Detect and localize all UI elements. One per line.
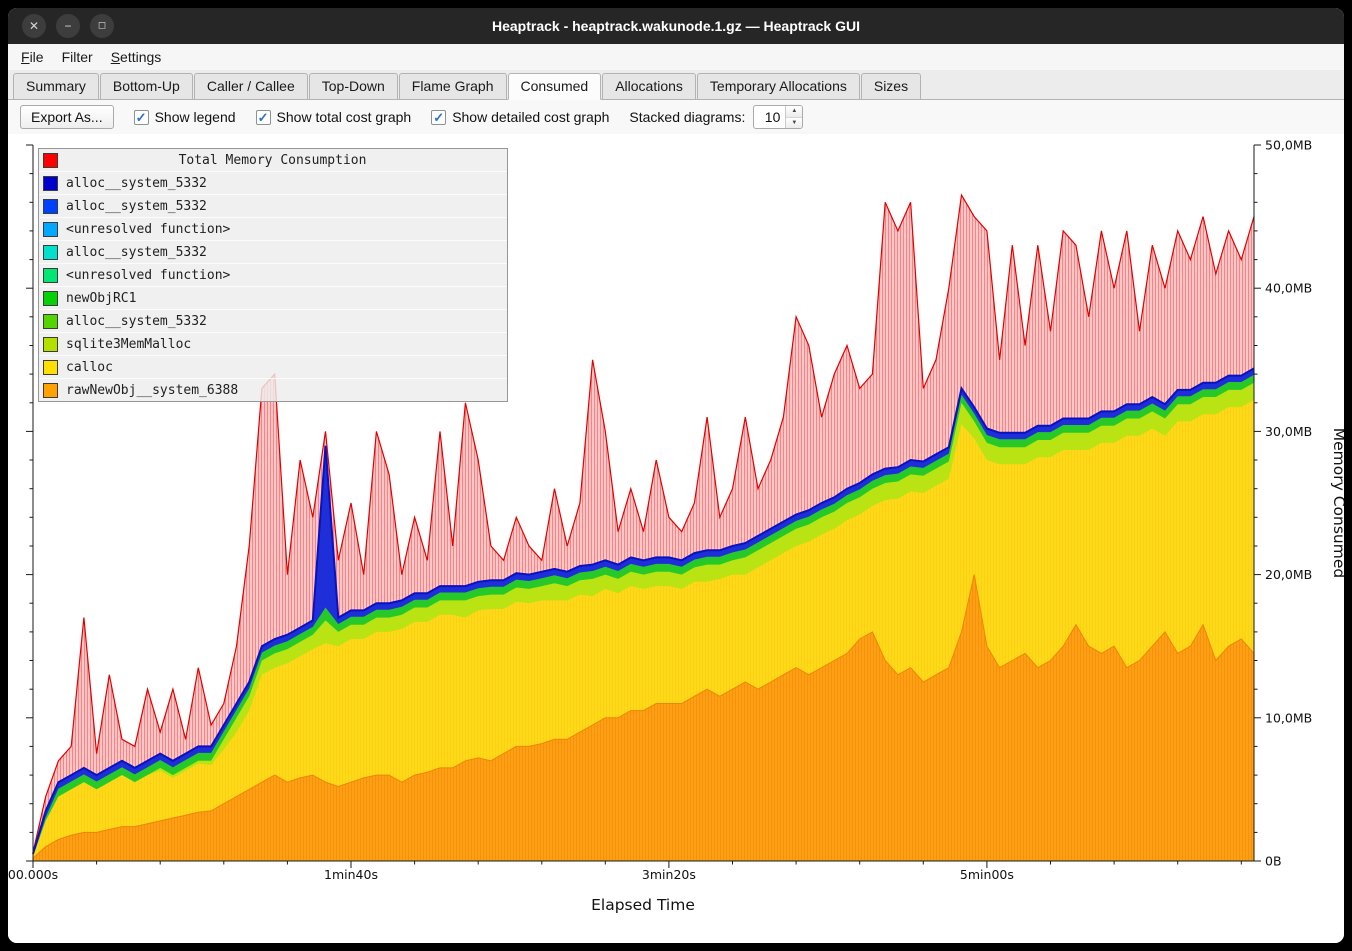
legend-label: newObjRC1 (66, 291, 136, 306)
svg-text:Memory Consumed: Memory Consumed (1330, 428, 1344, 578)
svg-text:10,0MB: 10,0MB (1265, 710, 1312, 725)
legend-entry: alloc__system_5332 (39, 240, 507, 263)
maximize-icon[interactable]: ◻ (90, 14, 114, 38)
legend-label: alloc__system_5332 (66, 314, 207, 329)
legend-label: <unresolved function> (66, 222, 230, 237)
spin-down-icon[interactable]: ▼ (786, 118, 802, 129)
titlebar[interactable]: ✕ − ◻ Heaptrack - heaptrack.wakunode.1.g… (8, 8, 1344, 44)
svg-text:0B: 0B (1265, 854, 1282, 869)
legend-swatch-icon (43, 268, 58, 283)
legend-label: alloc__system_5332 (66, 199, 207, 214)
svg-text:Elapsed Time: Elapsed Time (591, 896, 695, 914)
close-icon[interactable]: ✕ (22, 14, 46, 38)
svg-text:20,0MB: 20,0MB (1265, 567, 1312, 582)
legend-swatch-icon (43, 291, 58, 306)
chart-area[interactable]: 0B 10,0MB 20,0MB 30,0MB 40,0MB 50,0MB 00.000s 1… (8, 134, 1344, 943)
legend-swatch-icon (43, 245, 58, 260)
legend-swatch-icon (43, 176, 58, 191)
legend-swatch-icon (43, 314, 58, 329)
tab-flame-graph[interactable]: Flame Graph (399, 73, 507, 100)
menu-file[interactable]: File (12, 46, 53, 68)
checkbox-icon: ✓ (431, 110, 446, 125)
tab-top-down[interactable]: Top-Down (309, 73, 398, 100)
svg-text:00.000s: 00.000s (8, 867, 58, 882)
legend-swatch-icon (43, 222, 58, 237)
menubar: File Filter Settings (8, 44, 1344, 70)
legend-entry: sqlite3MemMalloc (39, 332, 507, 355)
show-legend-label: Show legend (155, 109, 236, 125)
menu-settings[interactable]: Settings (102, 46, 171, 68)
export-as-button[interactable]: Export As... (20, 105, 114, 129)
legend-label: alloc__system_5332 (66, 176, 207, 191)
legend-swatch-icon (43, 199, 58, 214)
window-title: Heaptrack - heaptrack.wakunode.1.gz — He… (8, 18, 1344, 34)
show-detailed-cost-checkbox[interactable]: ✓ Show detailed cost graph (431, 109, 609, 125)
tab-sizes[interactable]: Sizes (861, 73, 921, 100)
stacked-diagrams-label: Stacked diagrams: (629, 109, 745, 125)
legend-title-row: Total Memory Consumption (39, 149, 507, 171)
checkbox-icon: ✓ (256, 110, 271, 125)
minimize-icon[interactable]: − (56, 14, 80, 38)
chart-legend: Total Memory Consumption alloc__system_53… (38, 148, 508, 402)
check-icon: ✓ (258, 111, 269, 124)
legend-entry: newObjRC1 (39, 286, 507, 309)
legend-swatch-icon (43, 337, 58, 352)
spinbox-buttons: ▲ ▼ (785, 106, 802, 128)
tabbar: Summary Bottom-Up Caller / Callee Top-Do… (8, 70, 1344, 100)
toolbar: Export As... ✓ Show legend ✓ Show total … (8, 100, 1344, 134)
legend-swatch-icon (43, 360, 58, 375)
legend-entry: alloc__system_5332 (39, 171, 507, 194)
tab-summary[interactable]: Summary (13, 73, 99, 100)
checkbox-icon: ✓ (134, 110, 149, 125)
tab-bottom-up[interactable]: Bottom-Up (100, 73, 193, 100)
legend-title: Total Memory Consumption (66, 153, 479, 168)
legend-entry: <unresolved function> (39, 217, 507, 240)
legend-entry: <unresolved function> (39, 263, 507, 286)
spin-up-icon[interactable]: ▲ (786, 106, 802, 118)
legend-entry: calloc (39, 355, 507, 378)
legend-swatch-icon (43, 383, 58, 398)
svg-text:1min40s: 1min40s (324, 867, 378, 882)
show-legend-checkbox[interactable]: ✓ Show legend (134, 109, 236, 125)
stacked-diagrams-spinbox[interactable]: 10 ▲ ▼ (753, 105, 803, 129)
legend-entry: rawNewObj__system_6388 (39, 378, 507, 401)
legend-label: <unresolved function> (66, 268, 230, 283)
show-detailed-cost-label: Show detailed cost graph (452, 109, 609, 125)
window-controls: ✕ − ◻ (22, 14, 114, 38)
legend-entry: alloc__system_5332 (39, 194, 507, 217)
tab-caller-callee[interactable]: Caller / Callee (194, 73, 308, 100)
show-total-cost-label: Show total cost graph (277, 109, 412, 125)
legend-label: calloc (66, 360, 113, 375)
tab-temporary-allocations[interactable]: Temporary Allocations (697, 73, 860, 100)
menu-filter[interactable]: Filter (53, 46, 102, 68)
legend-label: alloc__system_5332 (66, 245, 207, 260)
svg-text:5min00s: 5min00s (960, 867, 1014, 882)
show-total-cost-checkbox[interactable]: ✓ Show total cost graph (256, 109, 412, 125)
svg-text:3min20s: 3min20s (642, 867, 696, 882)
legend-label: rawNewObj__system_6388 (66, 383, 238, 398)
legend-swatch-icon (43, 153, 58, 168)
app-window: ✕ − ◻ Heaptrack - heaptrack.wakunode.1.g… (8, 8, 1344, 943)
legend-entry: alloc__system_5332 (39, 309, 507, 332)
tab-allocations[interactable]: Allocations (602, 73, 696, 100)
stacked-diagrams-group: Stacked diagrams: 10 ▲ ▼ (629, 105, 803, 129)
legend-label: sqlite3MemMalloc (66, 337, 191, 352)
check-icon: ✓ (136, 111, 147, 124)
svg-text:50,0MB: 50,0MB (1265, 138, 1312, 153)
tab-consumed[interactable]: Consumed (508, 73, 602, 100)
svg-text:40,0MB: 40,0MB (1265, 281, 1312, 296)
svg-text:30,0MB: 30,0MB (1265, 424, 1312, 439)
spinbox-value[interactable]: 10 (754, 106, 785, 128)
check-icon: ✓ (433, 111, 444, 124)
